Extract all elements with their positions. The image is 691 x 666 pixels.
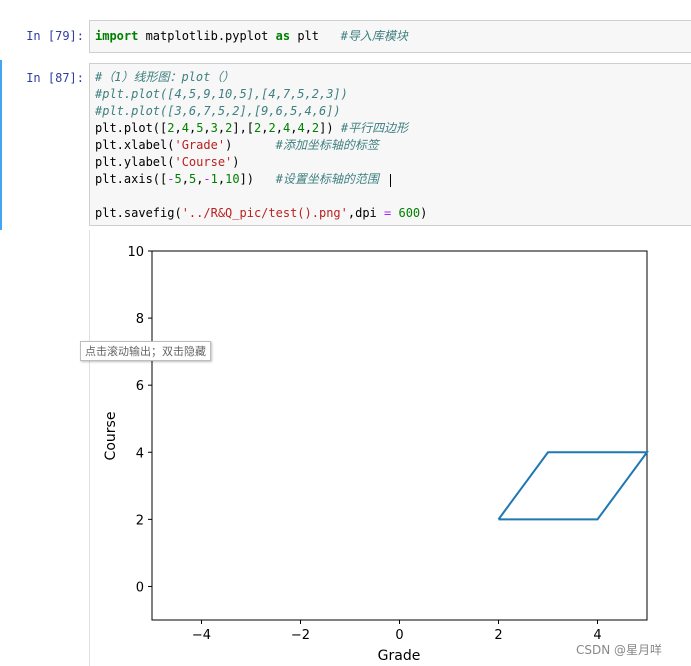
y-axis-ticks: 0 2 4 6 8 10	[127, 245, 152, 595]
y-tick-label: 0	[136, 580, 144, 595]
x-axis-ticks: −4 −2 0 2 4	[192, 620, 602, 643]
output-scroll-tooltip: 点击滚动输出；双击隐藏	[80, 341, 211, 361]
x-tick-label: 0	[395, 628, 403, 643]
x-tick-label: −4	[192, 628, 211, 643]
matplotlib-line-chart: −4 −2 0 2 4 0 2 4 6 8 10 Grade Course	[103, 245, 649, 664]
y-axis-label: Course	[103, 412, 119, 461]
x-tick-label: 2	[494, 628, 502, 643]
plot-area	[151, 250, 648, 621]
csdn-watermark: CSDN @星月咩	[576, 643, 663, 657]
x-axis-label: Grade	[378, 648, 421, 664]
y-tick-label: 6	[136, 379, 144, 394]
y-tick-label: 4	[136, 446, 144, 461]
y-tick-label: 10	[127, 245, 144, 260]
y-tick-label: 2	[136, 513, 144, 528]
x-tick-label: −2	[291, 628, 310, 643]
y-tick-label: 8	[136, 312, 144, 327]
